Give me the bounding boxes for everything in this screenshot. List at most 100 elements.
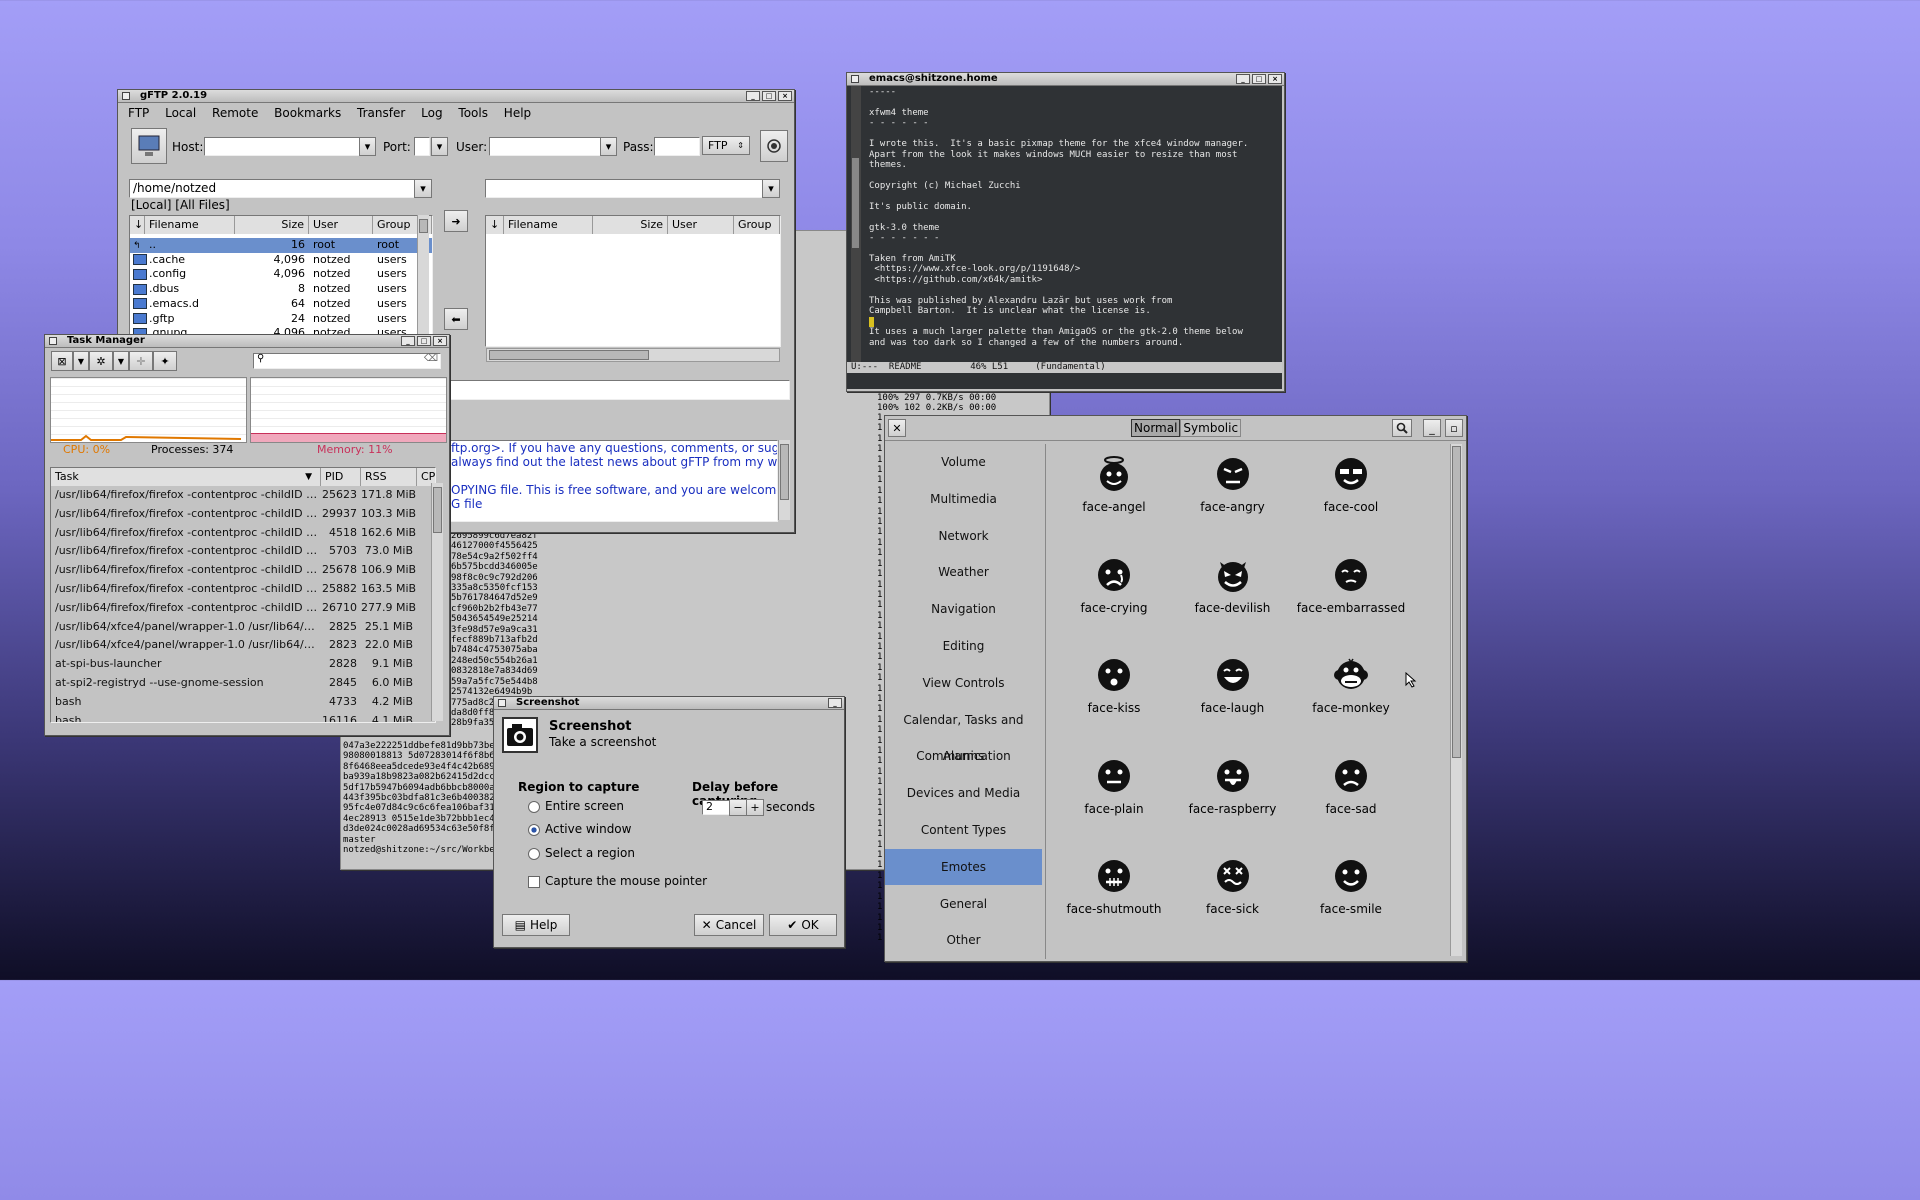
ok-button[interactable]: ✔ OK	[769, 914, 837, 936]
scrollbar-thumb[interactable]	[489, 350, 649, 360]
settings-tool-icon[interactable]: ✲	[89, 351, 113, 371]
table-row[interactable]: .gftp 24 notzed users	[130, 312, 432, 327]
icon-tile[interactable]: face-crying	[1055, 557, 1173, 657]
table-row[interactable]: /usr/lib64/firefox/firefox -contentproc …	[51, 599, 435, 618]
icon-tile[interactable]: face-kiss	[1055, 657, 1173, 757]
kill-process-button[interactable]: ⊠	[51, 351, 73, 371]
category-item[interactable]: General	[885, 886, 1042, 922]
table-row[interactable]: /usr/lib64/firefox/firefox -contentproc …	[51, 505, 435, 524]
col-task[interactable]: Task ▼	[51, 468, 321, 486]
local-scrollbar[interactable]	[417, 215, 429, 335]
table-row[interactable]: .cache 4,096 notzed users	[130, 253, 432, 268]
emacs-buffer[interactable]: ----- xfwm4 theme - - - - - - I wrote this.…	[847, 86, 1282, 362]
port-dropdown-icon[interactable]: ▾	[431, 137, 448, 156]
category-item[interactable]: Communication	[885, 738, 1042, 774]
category-item[interactable]: Emotes	[885, 848, 1042, 885]
close-button[interactable]: ✕	[888, 419, 906, 437]
log-scrollbar[interactable]	[778, 440, 790, 520]
minimize-icon[interactable]: _	[746, 91, 760, 101]
category-item[interactable]: Calendar, Tasks and Alarms	[885, 702, 1042, 763]
icon-tile[interactable]: face-sad	[1292, 758, 1410, 858]
tab-symbolic[interactable]: Symbolic	[1180, 419, 1242, 437]
option-active-window[interactable]: Active window	[528, 822, 631, 836]
category-item[interactable]: Navigation	[885, 591, 1042, 627]
table-row[interactable]: /usr/lib64/firefox/firefox -contentproc …	[51, 486, 435, 505]
emacs-scrollbar[interactable]	[851, 86, 861, 362]
minimize-icon[interactable]: _	[401, 336, 415, 346]
menu-bookmarks[interactable]: Bookmarks	[274, 106, 341, 120]
cancel-button[interactable]: ✕ Cancel	[694, 914, 764, 936]
sort-icon[interactable]: ↓	[130, 216, 145, 234]
screenshot-titlebar[interactable]: Screenshot _	[494, 697, 844, 710]
category-item[interactable]: Editing	[885, 628, 1042, 664]
remote-file-list[interactable]: ↓ Filename Size User Group	[485, 215, 781, 347]
stop-button[interactable]	[760, 130, 788, 162]
local-path-dropdown-icon[interactable]: ▾	[414, 179, 432, 198]
icon-tile[interactable]: face-plain	[1055, 758, 1173, 858]
tab-normal[interactable]: Normal	[1131, 419, 1181, 437]
minimize-button[interactable]: _	[1423, 419, 1441, 437]
table-row[interactable]: .emacs.d 64 notzed users	[130, 297, 432, 312]
gftp-titlebar[interactable]: gFTP 2.0.19 _ □ ×	[118, 90, 794, 103]
search-button[interactable]	[1392, 419, 1412, 437]
mouse-pointer-checkbox[interactable]: Capture the mouse pointer	[528, 874, 707, 888]
col-filename[interactable]: Filename	[145, 216, 235, 234]
menu-log[interactable]: Log	[421, 106, 442, 120]
menu-remote[interactable]: Remote	[212, 106, 258, 120]
icon-tile[interactable]: face-angry	[1174, 456, 1292, 556]
table-row[interactable]: at-spi2-registryd --use-gnome-session 284…	[51, 674, 435, 693]
user-dropdown-icon[interactable]: ▾	[600, 137, 617, 156]
maximize-icon[interactable]: □	[762, 91, 776, 101]
category-item[interactable]: Content Types	[885, 812, 1042, 848]
scrollbar-thumb[interactable]	[433, 487, 442, 533]
table-row[interactable]: /usr/lib64/xfce4/panel/wrapper-1.0 /usr/…	[51, 636, 435, 655]
table-row[interactable]: .dbus 8 notzed users	[130, 282, 432, 297]
close-icon[interactable]: ×	[1268, 74, 1282, 84]
icon-tile[interactable]: face-embarrassed	[1292, 557, 1410, 657]
about-star-icon[interactable]: ✦	[153, 351, 177, 371]
window-menu-icon[interactable]	[49, 337, 57, 345]
user-input[interactable]	[489, 137, 601, 156]
col-user[interactable]: User	[668, 216, 734, 234]
category-item[interactable]: Multimedia	[885, 481, 1042, 517]
col-pid[interactable]: PID	[321, 468, 361, 486]
host-input[interactable]	[204, 137, 360, 156]
task-manager-titlebar[interactable]: Task Manager _ □ ×	[45, 335, 449, 348]
emacs-titlebar[interactable]: emacs@shitzone.home _ □ ×	[847, 73, 1284, 86]
remote-path-dropdown-icon[interactable]: ▾	[762, 179, 780, 198]
icon-tile[interactable]: face-devilish	[1174, 557, 1292, 657]
download-arrow-button[interactable]: ⬅	[444, 308, 468, 330]
table-row[interactable]: /usr/lib64/xfce4/panel/wrapper-1.0 /usr/…	[51, 618, 435, 637]
col-size[interactable]: Size	[235, 216, 309, 234]
protocol-select[interactable]: FTP ⇕	[702, 136, 750, 155]
option-select-region[interactable]: Select a region	[528, 846, 635, 860]
scrollbar-thumb[interactable]	[1452, 446, 1461, 758]
host-dropdown-icon[interactable]: ▾	[359, 137, 376, 156]
icon-tile[interactable]: face-shutmouth	[1055, 858, 1173, 958]
icon-tile[interactable]: face-angel	[1055, 456, 1173, 556]
table-row[interactable]: .config 4,096 notzed users	[130, 267, 432, 282]
icon-tile[interactable]: face-laugh	[1174, 657, 1292, 757]
scrollbar-thumb[interactable]	[852, 158, 859, 248]
window-menu-icon[interactable]	[498, 699, 506, 707]
connect-button[interactable]	[131, 128, 167, 164]
icon-grid-scrollbar[interactable]	[1450, 444, 1462, 956]
col-group[interactable]: Group	[734, 216, 780, 234]
maximize-icon[interactable]: □	[1252, 74, 1266, 84]
local-file-list[interactable]: ↓ Filename Size User Group ↰.. 16 root root…	[129, 215, 433, 337]
process-list[interactable]: Task▼ PID RSS CPU /usr/lib64/firefox/fir…	[50, 467, 436, 723]
col-filename[interactable]: Filename	[504, 216, 593, 234]
kill-dropdown-icon[interactable]: ▼	[73, 351, 89, 371]
task-search-input[interactable]: ⚲ ⌫	[253, 353, 441, 369]
help-button[interactable]: ▤ Help	[502, 914, 570, 936]
col-user[interactable]: User	[309, 216, 373, 234]
process-scrollbar[interactable]	[431, 483, 443, 721]
col-size[interactable]: Size	[593, 216, 668, 234]
port-input[interactable]	[414, 137, 430, 156]
sort-icon[interactable]: ↓	[486, 216, 504, 234]
remote-hscrollbar[interactable]	[486, 348, 780, 362]
col-rss[interactable]: RSS	[361, 468, 417, 486]
menu-local[interactable]: Local	[165, 106, 196, 120]
icon-tile[interactable]: face-sick	[1174, 858, 1292, 958]
scrollbar-thumb[interactable]	[419, 219, 428, 233]
